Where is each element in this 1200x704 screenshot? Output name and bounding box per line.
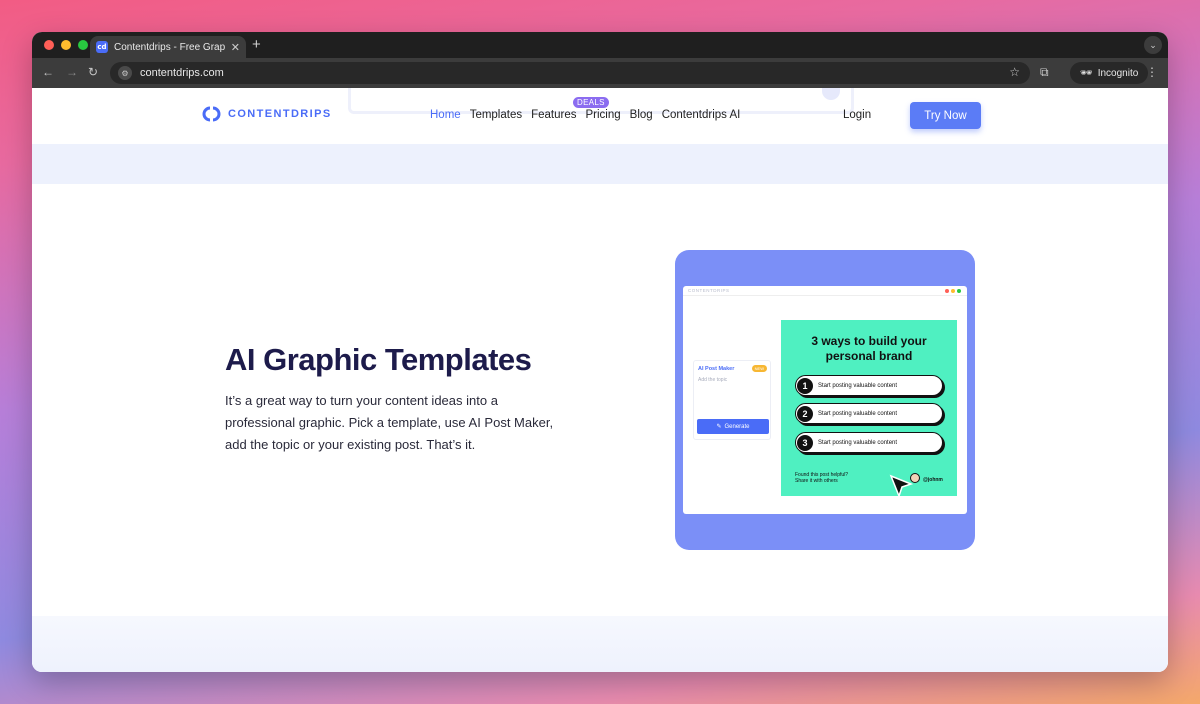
step-text: Start posting valuable content — [818, 439, 898, 446]
generate-label: Generate — [724, 423, 750, 430]
tab-search-icon[interactable]: ⌄ — [1144, 36, 1162, 54]
back-icon[interactable]: ← — [42, 65, 54, 79]
forward-icon[interactable]: → — [66, 65, 78, 79]
site-info-icon[interactable]: ⚙ — [118, 66, 132, 80]
card-step: 3 Start posting valuable content — [795, 432, 943, 453]
step-text: Start posting valuable content — [818, 410, 898, 417]
template-card: 3 ways to build your personal brand 1 St… — [781, 320, 957, 498]
new-tab-icon[interactable]: + — [252, 36, 261, 54]
address-bar[interactable]: ⚙ contentdrips.com ☆ — [110, 62, 1030, 84]
generate-button: ✎ Generate — [697, 419, 769, 434]
card-title-line1: 3 ways to build your — [811, 334, 927, 348]
hero-title: AI Graphic Templates — [225, 342, 532, 377]
step-text: Start posting valuable content — [818, 382, 898, 389]
incognito-icon: 🕶 — [1080, 67, 1093, 79]
new-badge: NEW — [751, 365, 767, 372]
tab-title: Contentdrips - Free Graphic Design — [114, 41, 225, 53]
maximize-window-button[interactable] — [78, 40, 88, 50]
step-number: 1 — [797, 377, 813, 394]
card-step: 2 Start posting valuable content — [795, 403, 943, 424]
window-controls — [44, 40, 88, 50]
mock-app-window: CONTENTDRIPS AI Post Maker NEW Add the t… — [683, 286, 967, 514]
deals-badge: DEALS — [573, 97, 609, 108]
ai-post-maker-panel: AI Post Maker NEW Add the topic ✎ Genera… — [693, 360, 771, 440]
card-footer-line2: Share it with others — [795, 478, 838, 484]
next-section-band — [32, 616, 1168, 672]
bookmark-star-icon[interactable]: ☆ — [1009, 65, 1020, 79]
step-number: 3 — [797, 434, 813, 451]
nav-blog[interactable]: Blog — [630, 109, 653, 121]
url-text: contentdrips.com — [140, 67, 224, 79]
extensions-icon[interactable]: ⧉ — [1040, 65, 1049, 80]
browser-toolbar: ← → ↻ ⚙ contentdrips.com ☆ ⧉ 🕶 Incognito… — [32, 58, 1168, 88]
site-logo[interactable]: CONTENTDRIPS — [202, 106, 332, 122]
cursor-icon — [889, 474, 913, 498]
hero-illustration: CONTENTDRIPS AI Post Maker NEW Add the t… — [675, 250, 975, 550]
card-step: 1 Start posting valuable content — [795, 375, 943, 396]
step-number: 2 — [797, 405, 813, 422]
web-page: CONTENTDRIPS Home Templates Features Pri… — [32, 88, 1168, 672]
hero-description: It’s a great way to turn your content id… — [225, 393, 554, 452]
tab-bar: cd Contentdrips - Free Graphic Design ✕ … — [32, 32, 1168, 58]
tab-close-icon[interactable]: ✕ — [231, 41, 240, 54]
browser-menu-icon[interactable]: ⋮ — [1146, 65, 1158, 79]
nav-features[interactable]: Features — [531, 109, 576, 121]
mock-app-label: CONTENTDRIPS — [688, 288, 730, 293]
mock-app-header: CONTENTDRIPS — [683, 286, 967, 296]
card-title-line2: personal brand — [825, 349, 913, 363]
hero-section: AI Graphic Templates It’s a great way to… — [32, 184, 1168, 616]
nav-pricing[interactable]: Pricing — [586, 109, 621, 121]
card-handle: @johnm — [923, 477, 943, 483]
card-title: 3 ways to build your personal brand — [781, 334, 957, 364]
main-nav: Home Templates Features Pricing Blog Con… — [430, 109, 740, 121]
nav-contentdrips-ai[interactable]: Contentdrips AI — [662, 109, 741, 121]
favicon-icon: cd — [96, 41, 108, 53]
announcement-band — [32, 144, 1168, 184]
incognito-indicator[interactable]: 🕶 Incognito — [1070, 62, 1149, 84]
logo-text: CONTENTDRIPS — [228, 108, 332, 120]
reload-icon[interactable]: ↻ — [88, 65, 98, 79]
site-header: CONTENTDRIPS Home Templates Features Pri… — [32, 88, 1168, 144]
nav-templates[interactable]: Templates — [470, 109, 522, 121]
mock-window-dots — [945, 289, 961, 293]
logo-icon — [202, 106, 221, 122]
nav-home[interactable]: Home — [430, 109, 461, 121]
panel-title: AI Post Maker — [698, 366, 735, 372]
login-link[interactable]: Login — [843, 109, 871, 121]
try-now-button[interactable]: Try Now — [910, 102, 981, 129]
close-window-button[interactable] — [44, 40, 54, 50]
incognito-label: Incognito — [1097, 67, 1139, 79]
card-footer: Found this post helpful? Share it with o… — [795, 472, 848, 484]
browser-window: cd Contentdrips - Free Graphic Design ✕ … — [32, 32, 1168, 672]
magic-icon: ✎ — [716, 424, 722, 430]
topic-input-placeholder: Add the topic — [698, 377, 728, 383]
minimize-window-button[interactable] — [61, 40, 71, 50]
browser-tab[interactable]: cd Contentdrips - Free Graphic Design ✕ — [90, 36, 246, 58]
